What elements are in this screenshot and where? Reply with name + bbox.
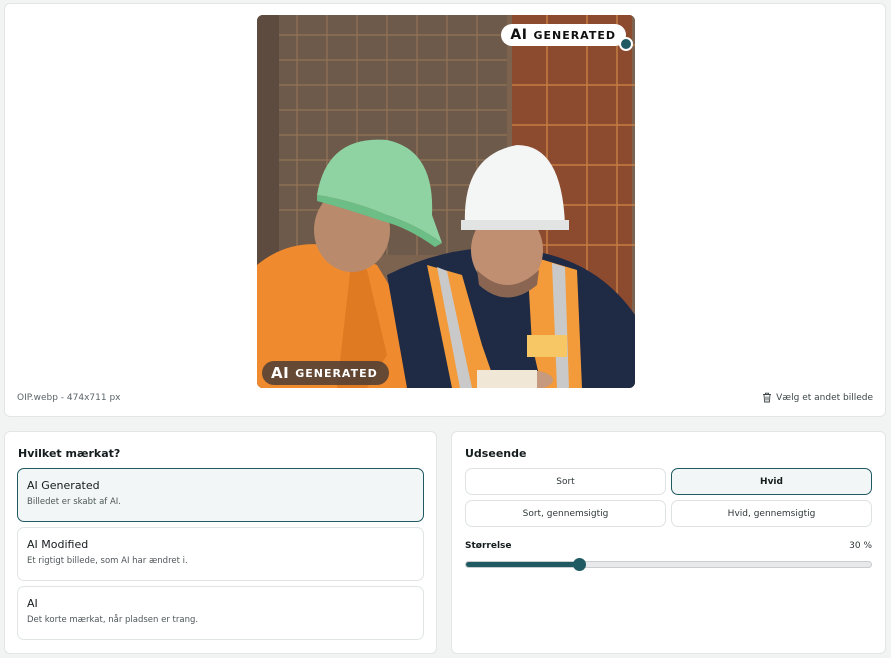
label-option-title: AI Generated: [27, 479, 100, 492]
label-option-title: AI: [27, 597, 38, 610]
badge-position-handle[interactable]: [619, 37, 633, 51]
label-option-description: Et rigtigt billede, som AI har ændret i.: [27, 556, 188, 566]
size-slider-fill: [466, 562, 580, 567]
style-button-sort[interactable]: Sort: [465, 468, 666, 495]
style-button-sort-transparent[interactable]: Sort, gennemsigtig: [465, 500, 666, 527]
size-slider-thumb[interactable]: [573, 558, 587, 571]
change-image-label: Vælg et andet billede: [776, 392, 873, 403]
ai-generated-badge-top: AI GENERATED: [501, 24, 626, 46]
size-slider[interactable]: [465, 558, 872, 571]
badge-top-generated-text: GENERATED: [533, 28, 616, 42]
badge-bottom-generated-text: GENERATED: [295, 366, 378, 380]
label-option-ai-generated[interactable]: AI Generated Billedet er skabt af AI.: [17, 468, 424, 522]
trash-icon: [763, 392, 772, 403]
size-label: Størrelse: [465, 541, 512, 551]
preview-image: AI GENERATED AI GENERATED: [257, 15, 635, 388]
label-option-title: AI Modified: [27, 538, 89, 551]
label-card: Hvilket mærkat? AI Generated Billedet er…: [4, 431, 437, 654]
preview-card: AI GENERATED AI GENERATED OIP.webp - 474…: [4, 3, 886, 417]
style-button-hvid-transparent[interactable]: Hvid, gennemsigtig: [671, 500, 872, 527]
construction-photo: [257, 15, 635, 388]
file-info: OIP.webp - 474x711 px: [17, 393, 121, 403]
label-option-ai-modified[interactable]: AI Modified Et rigtigt billede, som AI h…: [17, 527, 424, 581]
appearance-title: Udseende: [465, 447, 527, 460]
ai-generated-badge-bottom: AI GENERATED: [262, 361, 389, 385]
label-section-title: Hvilket mærkat?: [18, 447, 121, 460]
label-option-ai[interactable]: AI Det korte mærkat, når pladsen er tran…: [17, 586, 424, 640]
size-value: 30 %: [849, 541, 872, 551]
label-option-description: Det korte mærkat, når pladsen er trang.: [27, 615, 199, 625]
change-image-button[interactable]: Vælg et andet billede: [762, 392, 873, 403]
style-button-hvid[interactable]: Hvid: [671, 468, 872, 495]
appearance-card: Udseende Sort Hvid Sort, gennemsigtig Hv…: [451, 431, 886, 654]
badge-top-ai-text: AI: [510, 27, 528, 43]
label-option-description: Billedet er skabt af AI.: [27, 497, 121, 507]
badge-bottom-ai-text: AI: [271, 364, 290, 382]
